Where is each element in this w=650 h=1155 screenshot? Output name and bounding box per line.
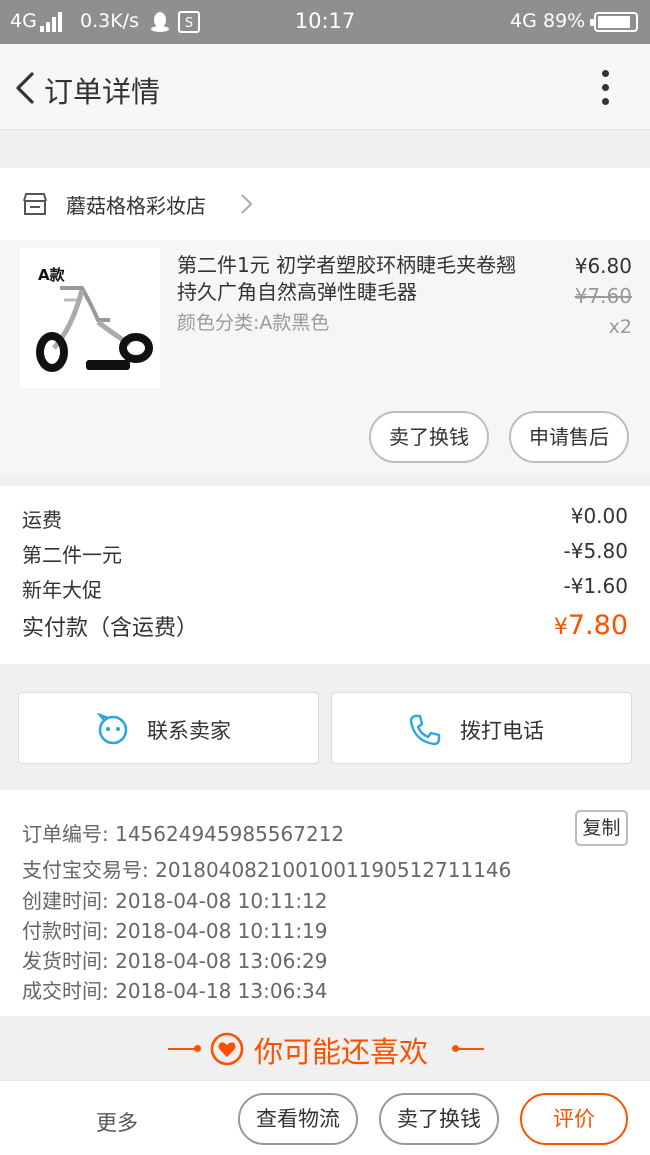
contact-seller-button[interactable]: 联系卖家 (18, 692, 319, 764)
fee-label: 运费 (22, 508, 62, 532)
total-currency: ¥ (553, 615, 568, 640)
product-title[interactable]: 第二件1元 初学者塑胶环柄睫毛夹卷翘持久广角自然高弹性睫毛器 (177, 252, 517, 306)
fee-value: ¥0.00 (570, 504, 628, 528)
more-vertical-icon[interactable] (594, 68, 618, 108)
price-current: ¥6.80 (574, 254, 632, 278)
network-indicator-right: 4G (510, 10, 537, 32)
order-item[interactable]: A款 第二件1元 初学者塑胶环柄睫毛夹卷翘持久广角自然高弹性睫毛器 颜色分类:A… (0, 240, 650, 476)
quantity: x2 (608, 316, 632, 338)
bottom-action-bar: 更多 查看物流 卖了换钱 评价 (0, 1080, 650, 1155)
nav-bar: 订单详情 (0, 44, 650, 130)
contact-actions: 联系卖家 拨打电话 (0, 684, 650, 772)
copy-button[interactable]: 复制 (575, 810, 628, 846)
heart-icon (210, 1032, 244, 1066)
price-original: ¥7.60 (574, 284, 632, 308)
fee-value: -¥1.60 (563, 574, 628, 598)
fee-label: 新年大促 (22, 578, 102, 602)
chat-face-icon (96, 713, 128, 745)
total-label: 实付款（含运费） (22, 616, 199, 641)
page-title: 订单详情 (44, 75, 161, 109)
recommend-title: 你可能还喜欢 (254, 1035, 429, 1069)
shop-name[interactable]: 蘑菇格格彩妆店 (66, 190, 206, 219)
fee-label: 第二件一元 (22, 543, 122, 567)
shop-header[interactable]: 蘑菇格格彩妆店 (0, 168, 650, 240)
fee-summary: 运费 ¥0.00 第二件一元 -¥5.80 新年大促 -¥1.60 实付款（含运… (0, 486, 650, 664)
battery-percent: 89% (543, 10, 586, 32)
order-info: 订单编号: 1456249459855672​12 复制 支付宝交易号: 201… (0, 790, 650, 1016)
divider (458, 1048, 484, 1050)
call-label: 拨打电话 (460, 719, 544, 743)
more-link[interactable]: 更多 (96, 1107, 138, 1137)
total-amount: 7.80 (567, 610, 628, 641)
divider-dot (194, 1045, 201, 1052)
sell-button[interactable]: 卖了换钱 (369, 411, 489, 463)
status-bar: 4G 0.3K/s S 10:17 4G 89% (0, 0, 650, 44)
total-value: ¥7.80 (554, 610, 628, 641)
created-time: 创建时间: 2018-04-08 10:11:12 (22, 889, 328, 913)
contact-seller-label: 联系卖家 (147, 719, 231, 743)
shipped-time: 发货时间: 2018-04-08 13:06:29 (22, 949, 328, 973)
back-arrow-icon[interactable] (12, 70, 42, 106)
paid-time: 付款时间: 2018-04-08 10:11:19 (22, 919, 328, 943)
fee-row-total: 实付款（含运费） ¥7.80 (22, 610, 628, 642)
fee-row-promo1: 第二件一元 -¥5.80 (22, 539, 628, 568)
store-icon (23, 193, 47, 215)
alipay-number: 支付宝交易号: 2018040821001001190512711146 (22, 858, 512, 882)
fee-value: -¥5.80 (563, 539, 628, 563)
call-button[interactable]: 拨打电话 (331, 692, 632, 764)
battery-icon (590, 12, 638, 32)
aftersale-button[interactable]: 申请售后 (509, 411, 629, 463)
eyelash-curler-image (36, 286, 153, 372)
completed-time: 成交时间: 2018-04-18 13:06:34 (22, 979, 328, 1003)
sell-button-bottom[interactable]: 卖了换钱 (379, 1093, 499, 1145)
product-spec: 颜色分类:A款黑色 (177, 312, 330, 334)
chevron-right-icon (241, 194, 253, 214)
fee-row-promo2: 新年大促 -¥1.60 (22, 574, 628, 603)
phone-icon (409, 714, 441, 746)
recommend-header: 你可能还喜欢 (0, 1016, 650, 1080)
fee-row-shipping: 运费 ¥0.00 (22, 504, 628, 533)
order-number: 订单编号: 1456249459855672​12 (22, 822, 345, 846)
view-logistics-button[interactable]: 查看物流 (238, 1093, 358, 1145)
product-thumbnail[interactable]: A款 (20, 248, 160, 388)
divider (168, 1048, 196, 1050)
review-button[interactable]: 评价 (520, 1093, 628, 1145)
